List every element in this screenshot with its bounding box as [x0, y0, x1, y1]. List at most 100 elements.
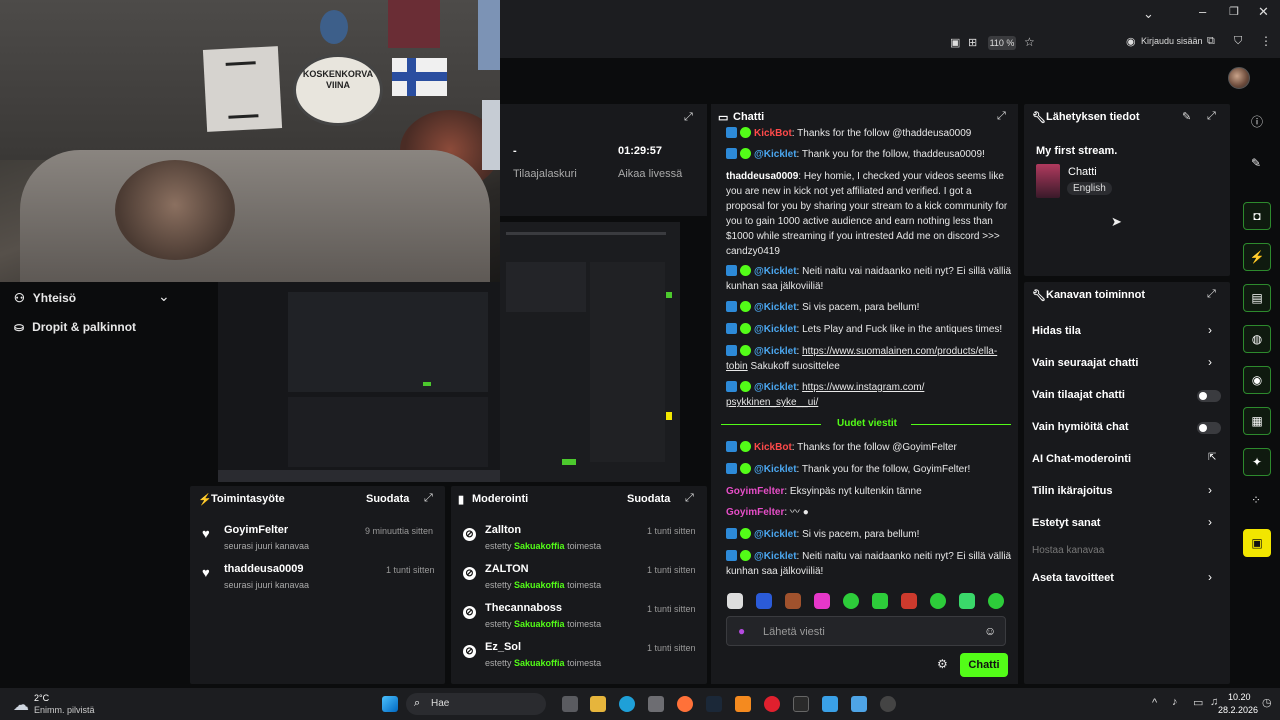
followers-only-chat-setting[interactable]: Vain seuraajat chatti [1032, 357, 1138, 369]
chat-message[interactable]: @Kicklet: Si vis pacem, para bellum! [726, 300, 1012, 315]
chat-message[interactable]: @Kicklet: https://www.instagram.com/ psy… [726, 380, 1012, 410]
task-view-icon[interactable] [562, 696, 578, 712]
chevron-down-icon[interactable]: ⌄ [1143, 6, 1154, 22]
file-explorer-icon[interactable] [590, 696, 606, 712]
chevron-right-icon[interactable]: › [1208, 323, 1212, 337]
minimize-button[interactable]: – [1199, 4, 1206, 19]
terminal-icon[interactable] [793, 696, 809, 712]
camera-tool-button[interactable]: ◘ [1243, 202, 1271, 230]
set-goals-setting[interactable]: Aseta tavoitteet [1032, 572, 1114, 584]
chat-message[interactable]: GoyimFelter: 〰 ● [726, 505, 1012, 520]
edge-icon[interactable] [619, 696, 635, 712]
install-app-icon[interactable]: ⊞ [968, 36, 977, 49]
list-item[interactable]: ⊘ Ez_Sol estetty Sakuakoffia toimesta 1 … [451, 636, 707, 674]
chevron-right-icon[interactable]: › [1208, 355, 1212, 369]
clock-date[interactable]: 28.2.2026 [1218, 705, 1258, 715]
wrench-tool-button[interactable]: ✦ [1243, 448, 1271, 476]
vlc-icon[interactable] [735, 696, 751, 712]
chat-message[interactable]: @Kicklet: Thank you for the follow, Goyi… [726, 462, 1012, 477]
emote-only-toggle[interactable] [1197, 422, 1221, 434]
expand-icon[interactable]: ⤢ [1207, 110, 1216, 123]
chat-message[interactable]: KickBot: Thanks for the follow @GoyimFel… [726, 440, 1012, 455]
chat-message[interactable]: @Kicklet: Lets Play and Fuck like in the… [726, 322, 1012, 337]
app-icon[interactable] [822, 696, 838, 712]
chat-message[interactable]: @Kicklet: Neiti naitu vai naidaanko neit… [726, 549, 1012, 579]
info-icon[interactable]: ⓘ [1251, 113, 1263, 130]
chat-message[interactable]: @Kicklet: Si vis pacem, para bellum! [726, 527, 1012, 542]
quick-action-button[interactable]: ⚡ [1243, 243, 1271, 271]
chat-message[interactable]: GoyimFelter: Eksyinpäs nyt kultenkin tän… [726, 484, 1012, 499]
chat-input[interactable]: ● Lähetä viesti ☺ [726, 616, 1006, 646]
expand-icon[interactable]: ⤢ [1207, 288, 1216, 301]
volume-icon[interactable]: ♫ [1210, 696, 1218, 708]
expand-icon[interactable]: ⤢ [684, 111, 693, 124]
chat-tool-button[interactable]: ◍ [1243, 325, 1271, 353]
opera-icon[interactable] [764, 696, 780, 712]
banned-words-setting[interactable]: Estetyt sanat [1032, 517, 1100, 529]
firefox-icon[interactable] [677, 696, 693, 712]
taskbar-search[interactable]: ⌕ Hae [406, 693, 546, 715]
edit-pencil-icon[interactable]: ✎ [1182, 110, 1191, 123]
obs-icon[interactable] [880, 696, 896, 712]
windows-start-icon[interactable] [382, 696, 398, 712]
list-item[interactable]: ⊘ ZALTON estetty Sakuakoffia toimesta 1 … [451, 558, 707, 596]
maximize-button[interactable]: ❐ [1229, 5, 1239, 18]
edit-pencil-icon[interactable]: ✎ [1251, 156, 1261, 170]
clapperboard-button[interactable]: ▣ [1243, 529, 1271, 557]
close-button[interactable]: ✕ [1258, 4, 1269, 20]
subscribers-only-toggle[interactable] [1197, 390, 1221, 402]
picture-in-picture-icon[interactable]: ▣ [950, 36, 960, 49]
list-item[interactable]: ⊘ Zallton estetty Sakuakoffia toimesta 1… [451, 519, 707, 557]
store-icon[interactable] [648, 696, 664, 712]
list-item[interactable]: ♥ GoyimFelter seurasi juuri kanavaa 9 mi… [190, 519, 445, 557]
list-item[interactable]: ⊘ Thecannaboss estetty Sakuakoffia toime… [451, 597, 707, 635]
emote-icon[interactable] [959, 593, 975, 609]
emote-icon[interactable] [988, 593, 1004, 609]
weather-cloud-icon[interactable]: ☁ [13, 695, 29, 715]
ai-moderation-setting[interactable]: AI Chat-moderointi [1032, 453, 1131, 465]
broadcast-button[interactable]: ◉ [1243, 366, 1271, 394]
expand-icon[interactable]: ⤢ [685, 492, 694, 505]
avatar[interactable] [1228, 67, 1250, 89]
activity-filter-button[interactable]: Suodata [366, 493, 409, 505]
chevron-right-icon[interactable]: › [1208, 483, 1212, 497]
category-name[interactable]: Chatti [1068, 166, 1097, 178]
chat-message[interactable]: @Kicklet: Thank you for the follow, thad… [726, 147, 1012, 162]
extensions-icon[interactable]: ⧉ [1207, 35, 1215, 48]
slow-mode-setting[interactable]: Hidas tila [1032, 325, 1081, 337]
send-chat-button[interactable]: Chatti [960, 653, 1008, 677]
chat-message[interactable]: @Kicklet: https://www.suomalainen.com/pr… [726, 344, 1012, 374]
emote-icon[interactable] [756, 593, 772, 609]
share-icon[interactable]: ⁘ [1251, 493, 1261, 507]
profile-icon[interactable]: ◉ [1126, 35, 1136, 48]
chat-message[interactable]: thaddeusa0009: Hey homie, I checked your… [726, 169, 1012, 259]
category-thumbnail[interactable] [1036, 164, 1060, 198]
chat-message[interactable]: @Kicklet: Neiti naitu vai naidaanko neit… [726, 264, 1012, 294]
chat-message[interactable]: KickBot: Thanks for the follow @thaddeus… [726, 126, 1012, 138]
drops-rewards-nav-item[interactable]: ⛀ Dropit & palkinnot [14, 320, 136, 334]
emoji-icon[interactable]: ☺ [984, 624, 996, 638]
emote-icon[interactable] [814, 593, 830, 609]
notepad-icon[interactable] [851, 696, 867, 712]
age-restriction-setting[interactable]: Tilin ikärajoitus [1032, 485, 1113, 497]
emote-icon[interactable] [785, 593, 801, 609]
settings-gear-icon[interactable]: ⚙ [937, 657, 948, 671]
microphone-icon[interactable]: ● [738, 624, 745, 638]
network-icon[interactable]: ▭ [1193, 696, 1203, 709]
chevron-down-icon[interactable]: ⌄ [158, 288, 170, 305]
stream-video-preview[interactable]: KOSKENKORVA VIINA [0, 0, 500, 282]
steam-icon[interactable] [706, 696, 722, 712]
notes-button[interactable]: ▤ [1243, 284, 1271, 312]
login-button[interactable]: Kirjaudu sisään [1141, 36, 1203, 46]
chevron-right-icon[interactable]: › [1208, 515, 1212, 529]
layout-button[interactable]: ▦ [1243, 407, 1271, 435]
moderation-filter-button[interactable]: Suodata [627, 493, 670, 505]
zoom-level[interactable]: 110 % [988, 36, 1016, 50]
bookmark-star-icon[interactable]: ☆ [1024, 35, 1035, 49]
expand-icon[interactable]: ⤢ [997, 110, 1006, 123]
expand-icon[interactable]: ⤢ [424, 492, 433, 505]
external-link-icon[interactable]: ⇱ [1208, 452, 1216, 463]
emote-ghost-icon[interactable] [727, 593, 743, 609]
microphone-tray-icon[interactable]: ♪ [1172, 696, 1178, 708]
clock-time[interactable]: 10.20 [1228, 692, 1251, 702]
